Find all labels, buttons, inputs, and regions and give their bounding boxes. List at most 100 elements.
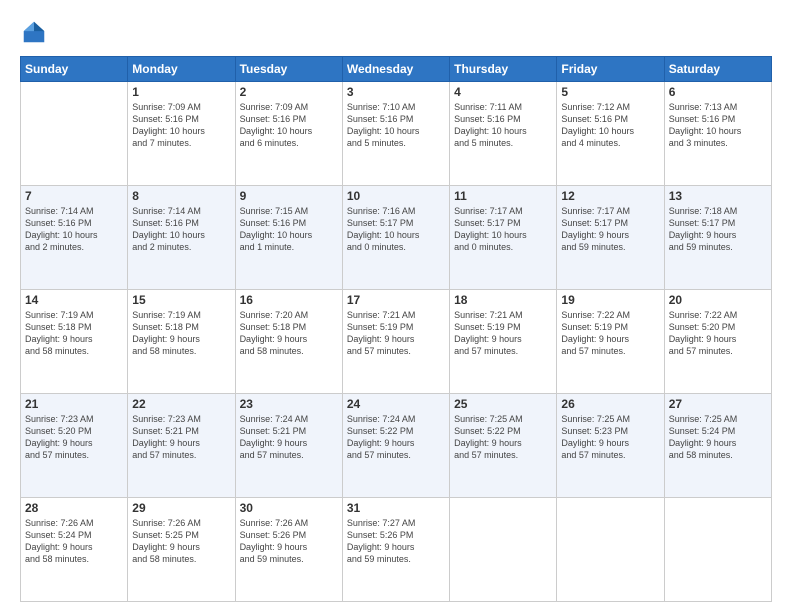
calendar-cell: 29Sunrise: 7:26 AMSunset: 5:25 PMDayligh… xyxy=(128,498,235,602)
day-info: Sunrise: 7:12 AMSunset: 5:16 PMDaylight:… xyxy=(561,101,659,150)
day-number: 17 xyxy=(347,293,445,307)
calendar-cell: 26 Sunrise: 7:25 AMSunset: 5:23 PMDayligh… xyxy=(557,394,664,498)
calendar-cell: 18 Sunrise: 7:21 AMSunset: 5:19 PMDayligh… xyxy=(450,290,557,394)
day-info: Sunrise: 7:09 AMSunset: 5:16 PMDaylight:… xyxy=(240,101,338,150)
day-info: Sunrise: 7:23 AMSunset: 5:21 PMDaylight:… xyxy=(132,413,230,462)
calendar-cell: 15 Sunrise: 7:19 AMSunset: 5:18 PMDayligh… xyxy=(128,290,235,394)
calendar-cell: 1 Sunrise: 7:09 AMSunset: 5:16 PMDaylight… xyxy=(128,82,235,186)
day-number: 25 xyxy=(454,397,552,411)
calendar-cell: 6 Sunrise: 7:13 AMSunset: 5:16 PMDaylight… xyxy=(664,82,771,186)
day-number: 24 xyxy=(347,397,445,411)
calendar-cell: 2 Sunrise: 7:09 AMSunset: 5:16 PMDaylight… xyxy=(235,82,342,186)
day-info: Sunrise: 7:20 AMSunset: 5:18 PMDaylight:… xyxy=(240,309,338,358)
day-number: 2 xyxy=(240,85,338,99)
weekday-header: Tuesday xyxy=(235,57,342,82)
day-info: Sunrise: 7:19 AMSunset: 5:18 PMDaylight:… xyxy=(132,309,230,358)
day-info: Sunrise: 7:23 AMSunset: 5:20 PMDaylight:… xyxy=(25,413,123,462)
day-info: Sunrise: 7:25 AMSunset: 5:22 PMDaylight:… xyxy=(454,413,552,462)
calendar-week-row: 1 Sunrise: 7:09 AMSunset: 5:16 PMDaylight… xyxy=(21,82,772,186)
calendar-cell: 10 Sunrise: 7:16 AMSunset: 5:17 PMDayligh… xyxy=(342,186,449,290)
day-info: Sunrise: 7:26 AMSunset: 5:24 PMDaylight:… xyxy=(25,517,123,566)
day-info: Sunrise: 7:21 AMSunset: 5:19 PMDaylight:… xyxy=(454,309,552,358)
calendar-cell: 21 Sunrise: 7:23 AMSunset: 5:20 PMDayligh… xyxy=(21,394,128,498)
day-number: 11 xyxy=(454,189,552,203)
day-info: Sunrise: 7:27 AMSunset: 5:26 PMDaylight:… xyxy=(347,517,445,566)
day-number: 5 xyxy=(561,85,659,99)
day-number: 7 xyxy=(25,189,123,203)
weekday-header: Monday xyxy=(128,57,235,82)
day-info: Sunrise: 7:26 AMSunset: 5:26 PMDaylight:… xyxy=(240,517,338,566)
day-info: Sunrise: 7:15 AMSunset: 5:16 PMDaylight:… xyxy=(240,205,338,254)
calendar-week-row: 21 Sunrise: 7:23 AMSunset: 5:20 PMDayligh… xyxy=(21,394,772,498)
day-number: 28 xyxy=(25,501,123,515)
day-number: 15 xyxy=(132,293,230,307)
calendar-table: SundayMondayTuesdayWednesdayThursdayFrid… xyxy=(20,56,772,602)
calendar-cell: 25 Sunrise: 7:25 AMSunset: 5:22 PMDayligh… xyxy=(450,394,557,498)
calendar-week-row: 28 Sunrise: 7:26 AMSunset: 5:24 PMDayligh… xyxy=(21,498,772,602)
day-info: Sunrise: 7:25 AMSunset: 5:23 PMDaylight:… xyxy=(561,413,659,462)
day-number: 20 xyxy=(669,293,767,307)
day-number: 26 xyxy=(561,397,659,411)
calendar-cell: 4 Sunrise: 7:11 AMSunset: 5:16 PMDaylight… xyxy=(450,82,557,186)
day-number: 23 xyxy=(240,397,338,411)
page: SundayMondayTuesdayWednesdayThursdayFrid… xyxy=(0,0,792,612)
calendar-cell: 23 Sunrise: 7:24 AMSunset: 5:21 PMDayligh… xyxy=(235,394,342,498)
day-number: 13 xyxy=(669,189,767,203)
weekday-header: Thursday xyxy=(450,57,557,82)
calendar-cell: 19 Sunrise: 7:22 AMSunset: 5:19 PMDayligh… xyxy=(557,290,664,394)
day-number: 10 xyxy=(347,189,445,203)
weekday-header: Wednesday xyxy=(342,57,449,82)
calendar-cell: 5 Sunrise: 7:12 AMSunset: 5:16 PMDaylight… xyxy=(557,82,664,186)
day-number: 16 xyxy=(240,293,338,307)
calendar-cell: 11Sunrise: 7:17 AMSunset: 5:17 PMDayligh… xyxy=(450,186,557,290)
day-info: Sunrise: 7:21 AMSunset: 5:19 PMDaylight:… xyxy=(347,309,445,358)
calendar-cell: 12 Sunrise: 7:17 AMSunset: 5:17 PMDayligh… xyxy=(557,186,664,290)
weekday-header: Sunday xyxy=(21,57,128,82)
day-number: 6 xyxy=(669,85,767,99)
calendar-cell xyxy=(21,82,128,186)
calendar-cell: 20Sunrise: 7:22 AMSunset: 5:20 PMDayligh… xyxy=(664,290,771,394)
calendar-cell: 30 Sunrise: 7:26 AMSunset: 5:26 PMDayligh… xyxy=(235,498,342,602)
day-info: Sunrise: 7:25 AMSunset: 5:24 PMDaylight:… xyxy=(669,413,767,462)
day-number: 18 xyxy=(454,293,552,307)
day-info: Sunrise: 7:24 AMSunset: 5:22 PMDaylight:… xyxy=(347,413,445,462)
weekday-header: Friday xyxy=(557,57,664,82)
calendar-cell: 27Sunrise: 7:25 AMSunset: 5:24 PMDayligh… xyxy=(664,394,771,498)
calendar-cell: 9 Sunrise: 7:15 AMSunset: 5:16 PMDaylight… xyxy=(235,186,342,290)
day-info: Sunrise: 7:19 AMSunset: 5:18 PMDaylight:… xyxy=(25,309,123,358)
day-number: 29 xyxy=(132,501,230,515)
logo-icon xyxy=(20,18,48,46)
day-number: 4 xyxy=(454,85,552,99)
day-number: 14 xyxy=(25,293,123,307)
calendar-cell: 28 Sunrise: 7:26 AMSunset: 5:24 PMDayligh… xyxy=(21,498,128,602)
calendar-cell: 14 Sunrise: 7:19 AMSunset: 5:18 PMDayligh… xyxy=(21,290,128,394)
day-number: 21 xyxy=(25,397,123,411)
day-info: Sunrise: 7:10 AMSunset: 5:16 PMDaylight:… xyxy=(347,101,445,150)
day-info: Sunrise: 7:22 AMSunset: 5:19 PMDaylight:… xyxy=(561,309,659,358)
day-info: Sunrise: 7:13 AMSunset: 5:16 PMDaylight:… xyxy=(669,101,767,150)
day-number: 8 xyxy=(132,189,230,203)
day-number: 19 xyxy=(561,293,659,307)
calendar-cell: 7 Sunrise: 7:14 AMSunset: 5:16 PMDaylight… xyxy=(21,186,128,290)
calendar-cell: 24 Sunrise: 7:24 AMSunset: 5:22 PMDayligh… xyxy=(342,394,449,498)
header xyxy=(20,18,772,46)
calendar-cell: 13Sunrise: 7:18 AMSunset: 5:17 PMDayligh… xyxy=(664,186,771,290)
day-number: 9 xyxy=(240,189,338,203)
weekday-header-row: SundayMondayTuesdayWednesdayThursdayFrid… xyxy=(21,57,772,82)
day-number: 30 xyxy=(240,501,338,515)
day-info: Sunrise: 7:14 AMSunset: 5:16 PMDaylight:… xyxy=(25,205,123,254)
day-info: Sunrise: 7:24 AMSunset: 5:21 PMDaylight:… xyxy=(240,413,338,462)
day-number: 1 xyxy=(132,85,230,99)
day-info: Sunrise: 7:09 AMSunset: 5:16 PMDaylight:… xyxy=(132,101,230,150)
day-number: 12 xyxy=(561,189,659,203)
calendar-cell: 16 Sunrise: 7:20 AMSunset: 5:18 PMDayligh… xyxy=(235,290,342,394)
calendar-cell xyxy=(450,498,557,602)
calendar-week-row: 7 Sunrise: 7:14 AMSunset: 5:16 PMDaylight… xyxy=(21,186,772,290)
calendar-cell: 17 Sunrise: 7:21 AMSunset: 5:19 PMDayligh… xyxy=(342,290,449,394)
calendar-cell: 22 Sunrise: 7:23 AMSunset: 5:21 PMDayligh… xyxy=(128,394,235,498)
calendar-cell xyxy=(557,498,664,602)
day-info: Sunrise: 7:16 AMSunset: 5:17 PMDaylight:… xyxy=(347,205,445,254)
day-info: Sunrise: 7:17 AMSunset: 5:17 PMDaylight:… xyxy=(561,205,659,254)
day-number: 22 xyxy=(132,397,230,411)
day-info: Sunrise: 7:11 AMSunset: 5:16 PMDaylight:… xyxy=(454,101,552,150)
